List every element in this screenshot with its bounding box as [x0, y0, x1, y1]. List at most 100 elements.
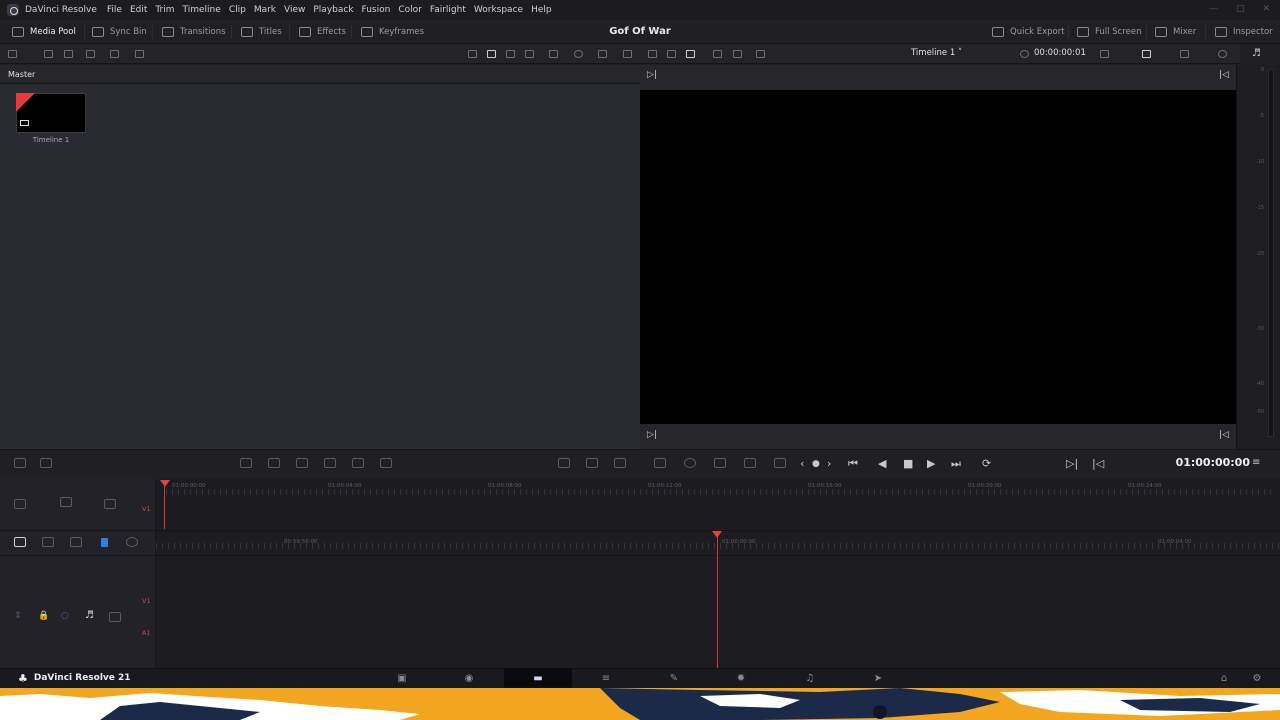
menu-color[interactable]: Color — [398, 5, 422, 15]
viewer-mode2-icon[interactable] — [667, 50, 676, 58]
viewer-mode3-icon[interactable] — [686, 50, 695, 58]
smooth-cut-icon[interactable] — [558, 458, 570, 468]
snap-icon[interactable] — [14, 458, 26, 468]
options-menu-icon[interactable]: ≡ — [1252, 457, 1260, 468]
marker-icon[interactable] — [756, 50, 765, 58]
prev-edit-icon[interactable]: ▷| — [1066, 457, 1078, 470]
cloud-icon[interactable] — [86, 50, 95, 58]
blade-icon[interactable] — [70, 537, 82, 547]
mark-out-icon[interactable]: |◁ — [1219, 430, 1229, 440]
viewer-timecode-top[interactable]: 00:00:00:01 — [1034, 48, 1086, 58]
transition-icon[interactable] — [614, 458, 626, 468]
menu-workspace[interactable]: Workspace — [474, 5, 523, 15]
safe-area-icon[interactable] — [744, 458, 756, 468]
track-height-icon[interactable] — [14, 499, 26, 509]
cut-dissolve-icon[interactable] — [586, 458, 598, 468]
metadata-view-icon[interactable] — [468, 50, 477, 58]
effects-button[interactable]: Effects — [299, 20, 346, 44]
transitions-button[interactable]: Transitions — [162, 20, 226, 44]
new-bin-icon[interactable] — [64, 50, 73, 58]
reverse-icon[interactable]: ◀ — [878, 457, 886, 470]
display-icon[interactable] — [1142, 50, 1151, 58]
home-icon[interactable]: ⌂ — [1212, 668, 1236, 688]
insert-clip-icon[interactable] — [240, 458, 252, 468]
menu-help[interactable]: Help — [531, 5, 552, 15]
go-first-frame-icon[interactable]: ▷| — [647, 70, 657, 80]
timeline-options-icon[interactable] — [654, 458, 666, 468]
deliver-page-icon[interactable]: ➤ — [866, 668, 890, 688]
zoom-icon[interactable] — [1100, 50, 1109, 58]
search-icon[interactable] — [574, 50, 583, 58]
viewer-screen[interactable] — [640, 90, 1236, 424]
zoom-out-icon[interactable] — [60, 497, 72, 507]
marker-mode-icon[interactable] — [126, 537, 138, 547]
selection-mode-icon[interactable] — [14, 537, 26, 547]
menu-mark[interactable]: Mark — [254, 5, 276, 15]
speaker-icon[interactable]: ♬ — [1252, 48, 1261, 59]
panel-toggle-icon[interactable] — [8, 50, 17, 58]
relink-icon[interactable] — [110, 50, 119, 58]
place-on-top-icon[interactable] — [324, 458, 336, 468]
menu-fusion[interactable]: Fusion — [362, 5, 391, 15]
append-icon[interactable] — [352, 458, 364, 468]
minimize-icon[interactable]: — — [1209, 4, 1218, 14]
menu-clip[interactable]: Clip — [229, 5, 246, 15]
viewer-mode-icon[interactable] — [648, 50, 657, 58]
color-page-icon[interactable]: ✎ — [662, 668, 686, 688]
menu-view[interactable]: View — [284, 5, 305, 15]
maximize-icon[interactable]: □ — [1236, 4, 1245, 14]
prev-frame-icon[interactable]: ‹ — [800, 457, 804, 470]
inspector-button[interactable]: Inspector — [1215, 20, 1273, 44]
replace-clip-icon[interactable] — [296, 458, 308, 468]
stop-dot-icon[interactable]: ● — [812, 459, 820, 469]
fusion-page-icon[interactable]: ≡ — [594, 668, 618, 688]
quick-export-button[interactable]: Quick Export — [992, 20, 1065, 44]
microphone-icon[interactable] — [684, 458, 696, 468]
fairlight-page-icon[interactable]: ✹ — [729, 668, 753, 688]
resize-icon[interactable] — [1180, 50, 1189, 58]
upper-timeline[interactable]: 01:00:00:00 01:00:04:00 01:00:08:00 01:0… — [142, 479, 1280, 529]
go-to-end-icon[interactable]: ⏭ — [951, 457, 961, 471]
flag-color-icon[interactable] — [101, 538, 108, 547]
settings-gear-icon[interactable]: ⚙ — [1245, 668, 1269, 688]
close-icon[interactable]: ✕ — [1262, 4, 1270, 14]
list-view-icon[interactable] — [525, 50, 534, 58]
mixer-button[interactable]: Mixer — [1155, 20, 1196, 44]
layout-icon[interactable] — [713, 50, 722, 58]
layout2-icon[interactable] — [733, 50, 742, 58]
refresh-icon[interactable] — [623, 50, 632, 58]
color-icon[interactable] — [1218, 50, 1227, 58]
ripple-overwrite-icon[interactable] — [380, 458, 392, 468]
import-icon[interactable] — [44, 50, 53, 58]
loop-icon[interactable]: ⟳ — [982, 457, 991, 470]
mark-in-icon[interactable]: ▷| — [647, 430, 657, 440]
next-frame-icon[interactable]: › — [827, 457, 831, 470]
link-icon[interactable] — [40, 458, 52, 468]
audio-waveform-icon[interactable] — [104, 499, 116, 509]
headphones-icon[interactable]: ○ — [61, 611, 69, 621]
menu-file[interactable]: File — [107, 5, 122, 15]
keyframes-button[interactable]: Keyframes — [361, 20, 424, 44]
media-pool-button[interactable]: Media Pool — [12, 20, 76, 44]
lock-icon[interactable]: 🔒 — [38, 611, 49, 621]
edit-page-icon[interactable]: ▬ — [504, 668, 572, 688]
upper-playhead[interactable] — [160, 480, 170, 487]
media-page-icon[interactable]: ▣ — [390, 668, 414, 688]
audio-volume-icon[interactable]: ♬ — [85, 610, 94, 621]
menu-trim[interactable]: Trim — [155, 5, 174, 15]
sort-order-icon[interactable] — [598, 50, 607, 58]
sort-icon[interactable] — [549, 50, 558, 58]
next-edit-icon[interactable]: |◁ — [1092, 457, 1104, 470]
timeline-selector[interactable]: Timeline 1 ˅ — [911, 48, 962, 58]
proxy-icon[interactable] — [135, 50, 144, 58]
filmstrip-view-icon[interactable] — [506, 50, 515, 58]
bin-name[interactable]: Master — [8, 70, 35, 79]
cut-page-icon[interactable]: ◉ — [457, 668, 481, 688]
move-track-icon[interactable]: ⇕ — [14, 611, 22, 621]
music-page-icon[interactable]: ♫ — [798, 668, 822, 688]
menu-timeline[interactable]: Timeline — [183, 5, 221, 15]
thumbnail-view-icon[interactable] — [487, 50, 496, 58]
overwrite-clip-icon[interactable] — [268, 458, 280, 468]
play-icon[interactable]: ▶ — [927, 457, 935, 470]
go-last-frame-icon[interactable]: |◁ — [1219, 70, 1229, 80]
